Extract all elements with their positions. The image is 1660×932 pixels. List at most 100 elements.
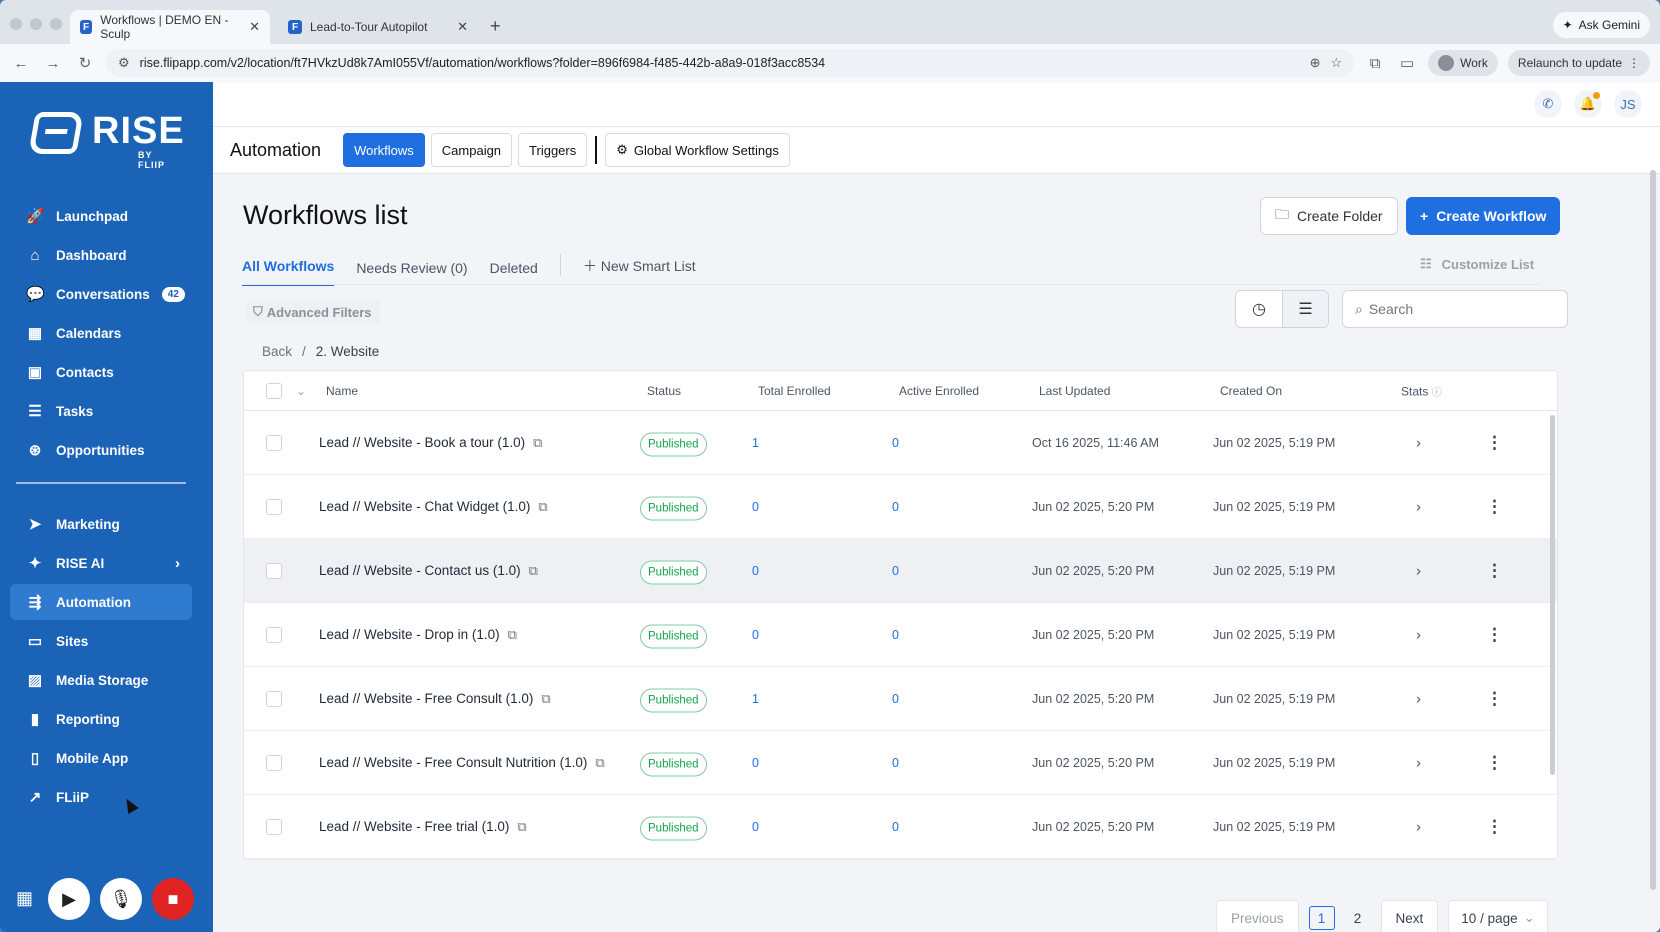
sidebar-item-marketing[interactable]: ➤ Marketing: [10, 506, 192, 542]
row-checkbox[interactable]: [266, 434, 282, 451]
new-smart-list-button[interactable]: ＋ New Smart List: [583, 256, 696, 286]
table-row[interactable]: Lead // Website - Drop in (1.0) ⧉ Publish…: [244, 603, 1557, 667]
close-icon[interactable]: ✕: [457, 19, 468, 35]
stop-recording-icon[interactable]: ■: [152, 878, 194, 920]
header-active-enrolled[interactable]: Active Enrolled: [899, 384, 979, 398]
total-enrolled-value[interactable]: 1: [752, 692, 759, 706]
breadcrumb-back-link[interactable]: Back: [262, 344, 292, 359]
row-checkbox[interactable]: [266, 690, 282, 707]
external-link-icon[interactable]: ⧉: [533, 435, 542, 450]
forward-arrow-icon[interactable]: →: [42, 55, 64, 72]
more-vertical-icon[interactable]: ⋮: [1486, 817, 1503, 837]
table-scrollbar[interactable]: [1550, 415, 1555, 775]
tab-triggers[interactable]: Triggers: [518, 133, 588, 167]
row-checkbox[interactable]: [266, 562, 282, 579]
more-vertical-icon[interactable]: ⋮: [1486, 561, 1503, 581]
active-enrolled-value[interactable]: 0: [892, 500, 899, 514]
advanced-filters-button[interactable]: ⛉ Advanced Filters: [245, 300, 380, 324]
tab-deleted[interactable]: Deleted: [490, 260, 538, 286]
external-link-icon[interactable]: ⧉: [529, 563, 538, 578]
workflow-name[interactable]: Lead // Website - Contact us (1.0): [319, 563, 521, 578]
ask-gemini-button[interactable]: ✦ Ask Gemini: [1552, 12, 1650, 38]
table-row[interactable]: Lead // Website - Free trial (1.0) ⧉ Publ…: [244, 795, 1557, 859]
more-vertical-icon[interactable]: ⋮: [1486, 753, 1503, 773]
customize-list-button[interactable]: ☷ Customize List: [1420, 256, 1534, 272]
chevron-right-icon[interactable]: ›: [1416, 434, 1421, 451]
sidebar-item-reporting[interactable]: ▮ Reporting: [10, 701, 192, 737]
microphone-icon[interactable]: 🎙: [100, 878, 142, 920]
select-all-checkbox[interactable]: [266, 382, 282, 399]
sidebar-item-launchpad[interactable]: 🚀 Launchpad: [10, 198, 192, 234]
phone-call-icon[interactable]: ✆: [1534, 90, 1562, 118]
search-input[interactable]: [1368, 301, 1539, 317]
sidebar-item-dashboard[interactable]: ⌂ Dashboard: [10, 237, 192, 273]
browser-tab-workflows[interactable]: F Workflows | DEMO EN - Sculp ✕: [70, 10, 270, 44]
browser-tab-autopilot[interactable]: F Lead-to-Tour Autopilot ✕: [278, 10, 478, 44]
sidebar-item-media-storage[interactable]: ▨ Media Storage: [10, 662, 192, 698]
chevron-right-icon[interactable]: ›: [1416, 626, 1421, 643]
more-vertical-icon[interactable]: ⋮: [1486, 625, 1503, 645]
tab-needs-review[interactable]: Needs Review (0): [356, 260, 467, 286]
search-box[interactable]: ⌕: [1342, 290, 1568, 328]
header-last-updated[interactable]: Last Updated: [1039, 384, 1110, 398]
total-enrolled-value[interactable]: 1: [752, 436, 759, 450]
total-enrolled-value[interactable]: 0: [752, 564, 759, 578]
url-text[interactable]: rise.flipapp.com/v2/location/ft7HVkzUd8k…: [140, 56, 1300, 70]
clock-icon[interactable]: ◷: [1236, 291, 1282, 327]
active-enrolled-value[interactable]: 0: [892, 564, 899, 578]
header-status[interactable]: Status: [647, 384, 681, 398]
chevron-down-icon[interactable]: ⌄: [296, 384, 306, 398]
external-link-icon[interactable]: ⧉: [538, 499, 547, 514]
page-size-select[interactable]: 10 / page ⌄: [1448, 900, 1548, 932]
total-enrolled-value[interactable]: 0: [752, 756, 759, 770]
active-enrolled-value[interactable]: 0: [892, 628, 899, 642]
new-tab-icon[interactable]: +: [490, 16, 501, 37]
sidebar-item-fliip[interactable]: ↗ FLiiP: [10, 779, 192, 815]
chevron-right-icon[interactable]: ›: [1416, 690, 1421, 707]
active-enrolled-value[interactable]: 0: [892, 756, 899, 770]
external-link-icon[interactable]: ⧉: [595, 755, 604, 770]
table-row[interactable]: Lead // Website - Free Consult Nutrition…: [244, 731, 1557, 795]
list-view-icon[interactable]: ☰: [1282, 291, 1328, 327]
external-link-icon[interactable]: ⧉: [517, 819, 526, 834]
sidebar-item-calendars[interactable]: ▦ Calendars: [10, 315, 192, 351]
page-2-button[interactable]: 2: [1345, 911, 1371, 926]
notification-bell-icon[interactable]: 🔔: [1574, 90, 1602, 118]
page-1-button[interactable]: 1: [1308, 906, 1335, 930]
chevron-right-icon[interactable]: ›: [1416, 818, 1421, 835]
workflow-name[interactable]: Lead // Website - Chat Widget (1.0): [319, 499, 530, 514]
chevron-right-icon[interactable]: ›: [1416, 498, 1421, 515]
create-workflow-button[interactable]: + Create Workflow: [1406, 197, 1561, 235]
page-scrollbar[interactable]: [1650, 170, 1656, 890]
active-enrolled-value[interactable]: 0: [892, 692, 899, 706]
active-enrolled-value[interactable]: 0: [892, 820, 899, 834]
sidebar-item-opportunities[interactable]: ⊛ Opportunities: [10, 432, 192, 468]
sidebar-item-automation[interactable]: ⇶ Automation: [10, 584, 192, 620]
tab-campaign[interactable]: Campaign: [430, 133, 513, 167]
reload-icon[interactable]: ↻: [74, 54, 96, 72]
workflow-name[interactable]: Lead // Website - Drop in (1.0): [319, 627, 500, 642]
table-row[interactable]: Lead // Website - Book a tour (1.0) ⧉ Pub…: [244, 411, 1557, 475]
workflow-name[interactable]: Lead // Website - Free Consult Nutrition…: [319, 755, 587, 770]
chevron-right-icon[interactable]: ›: [1416, 754, 1421, 771]
external-link-icon[interactable]: ⧉: [508, 627, 517, 642]
table-row[interactable]: Lead // Website - Chat Widget (1.0) ⧉ Pub…: [244, 475, 1557, 539]
user-avatar[interactable]: JS: [1614, 90, 1642, 118]
sidebar-item-mobile-app[interactable]: ▯ Mobile App: [10, 740, 192, 776]
extensions-icon[interactable]: ⧉: [1364, 55, 1386, 72]
more-vertical-icon[interactable]: ⋮: [1486, 689, 1503, 709]
row-checkbox[interactable]: [266, 754, 282, 771]
row-checkbox[interactable]: [266, 498, 282, 515]
previous-page-button[interactable]: Previous: [1216, 900, 1299, 932]
chevron-right-icon[interactable]: ›: [1416, 562, 1421, 579]
total-enrolled-value[interactable]: 0: [752, 500, 759, 514]
more-vertical-icon[interactable]: ⋮: [1486, 497, 1503, 517]
global-workflow-settings-button[interactable]: ⚙ Global Workflow Settings: [605, 133, 790, 167]
workflow-name[interactable]: Lead // Website - Free trial (1.0): [319, 819, 509, 834]
profile-chip[interactable]: Work: [1428, 50, 1498, 76]
back-arrow-icon[interactable]: ←: [10, 55, 32, 72]
app-grid-icon[interactable]: ▦: [16, 888, 38, 910]
next-page-button[interactable]: Next: [1380, 900, 1439, 932]
sidebar-item-sites[interactable]: ▭ Sites: [10, 623, 192, 659]
address-bar[interactable]: ⚙ rise.flipapp.com/v2/location/ft7HVkzUd…: [106, 49, 1355, 77]
